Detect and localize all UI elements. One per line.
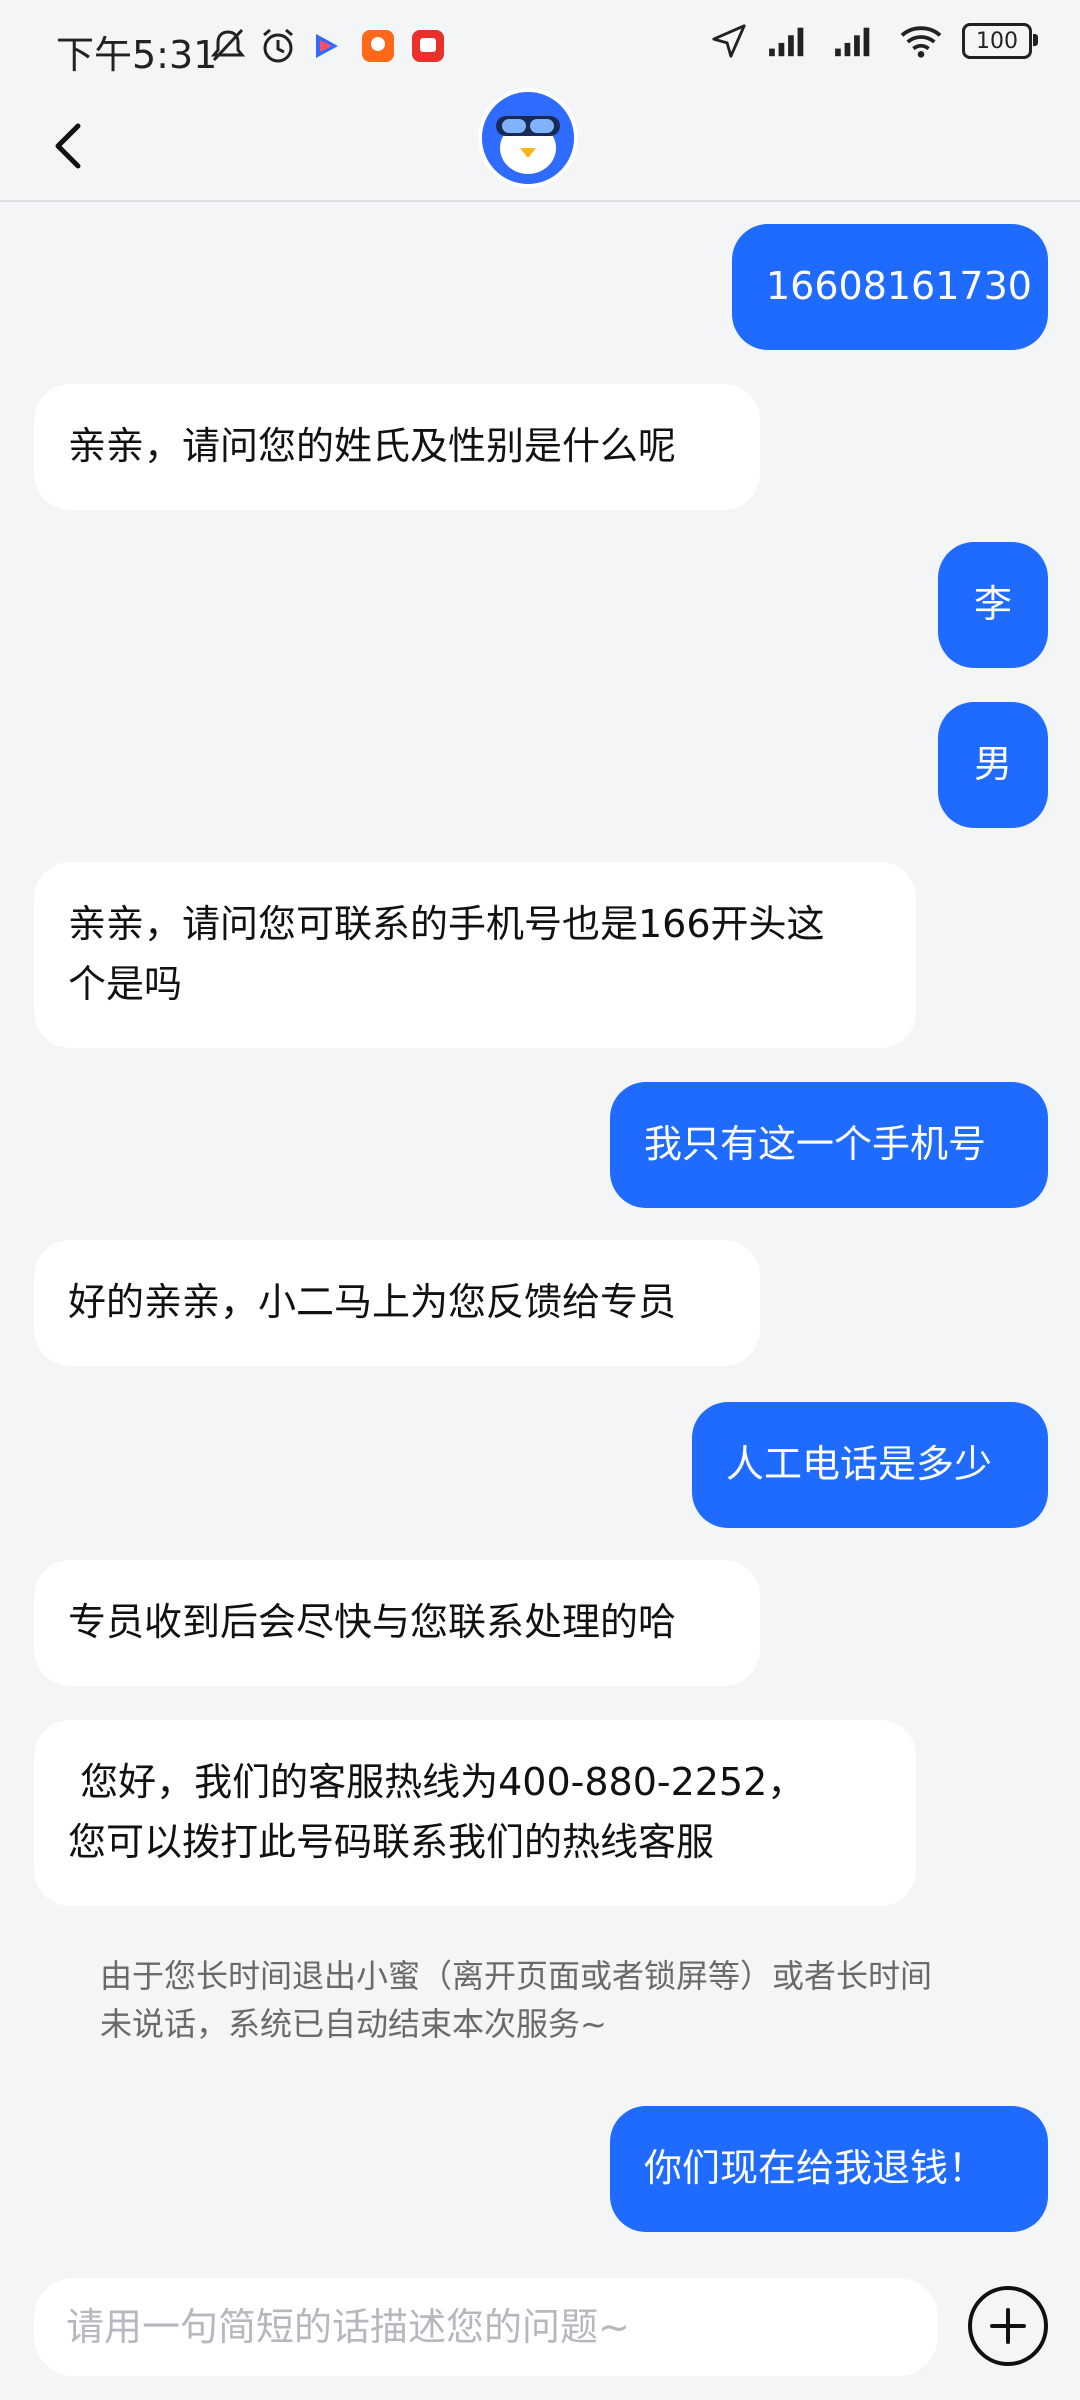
input-bar — [0, 2260, 1080, 2400]
alarm-icon — [263, 28, 293, 63]
battery-level: 100 — [976, 28, 1018, 54]
app-icon-orange — [362, 30, 394, 62]
status-time: 下午5:31 — [56, 33, 218, 77]
avatar[interactable] — [478, 88, 578, 188]
system-note: 由于您长时间退出小蜜（离开页面或者锁屏等）或者长时间 未说话，系统已自动结束本次… — [100, 1957, 933, 2043]
message-bubble-received[interactable]: 亲亲，请问您可联系的手机号也是166开头这 个是吗 — [34, 862, 916, 1048]
message-bubble-sent[interactable]: 我只有这一个手机号 — [610, 1082, 1048, 1208]
message-bubble-received[interactable]: 您好，我们的客服热线为400-880-2252， 您可以拨打此号码联系我们的热线… — [34, 1720, 916, 1906]
status-bar: 下午5:31 100 — [0, 0, 1080, 96]
plus-icon — [990, 2308, 1026, 2344]
message-bubble-received[interactable]: 专员收到后会尽快与您联系处理的哈 — [34, 1560, 760, 1686]
wifi-icon — [900, 26, 942, 58]
penguin-avatar-icon — [482, 92, 574, 184]
status-right-group: 100 — [710, 22, 1038, 60]
message-bubble-sent[interactable]: 人工电话是多少 — [692, 1402, 1048, 1528]
notifications-off-icon — [210, 28, 246, 62]
message-bubble-sent[interactable]: 16608161730 — [732, 224, 1048, 350]
message-bubble-sent[interactable]: 李 — [938, 542, 1048, 668]
message-input[interactable] — [34, 2278, 938, 2376]
chat-header — [0, 88, 1080, 202]
plus-circle-icon[interactable] — [968, 2286, 1048, 2366]
signal-icon — [769, 27, 804, 57]
chat-area: 16608161730 亲亲，请问您的姓氏及性别是什么呢 李 男 亲亲，请问您可… — [0, 200, 1080, 2260]
location-icon — [712, 24, 746, 58]
message-bubble-sent[interactable]: 男 — [938, 702, 1048, 828]
chevron-left-icon[interactable] — [40, 116, 100, 176]
message-bubble-sent[interactable]: 你们现在给我退钱！ — [610, 2106, 1048, 2232]
message-bubble-received[interactable]: 亲亲，请问您的姓氏及性别是什么呢 — [34, 384, 760, 510]
battery-indicator: 100 — [962, 23, 1038, 59]
signal-2-icon — [835, 27, 870, 57]
message-bubble-received[interactable]: 好的亲亲，小二马上为您反馈给专员 — [34, 1240, 760, 1366]
app-icon-video — [316, 34, 338, 58]
app-icon-red — [412, 30, 444, 62]
